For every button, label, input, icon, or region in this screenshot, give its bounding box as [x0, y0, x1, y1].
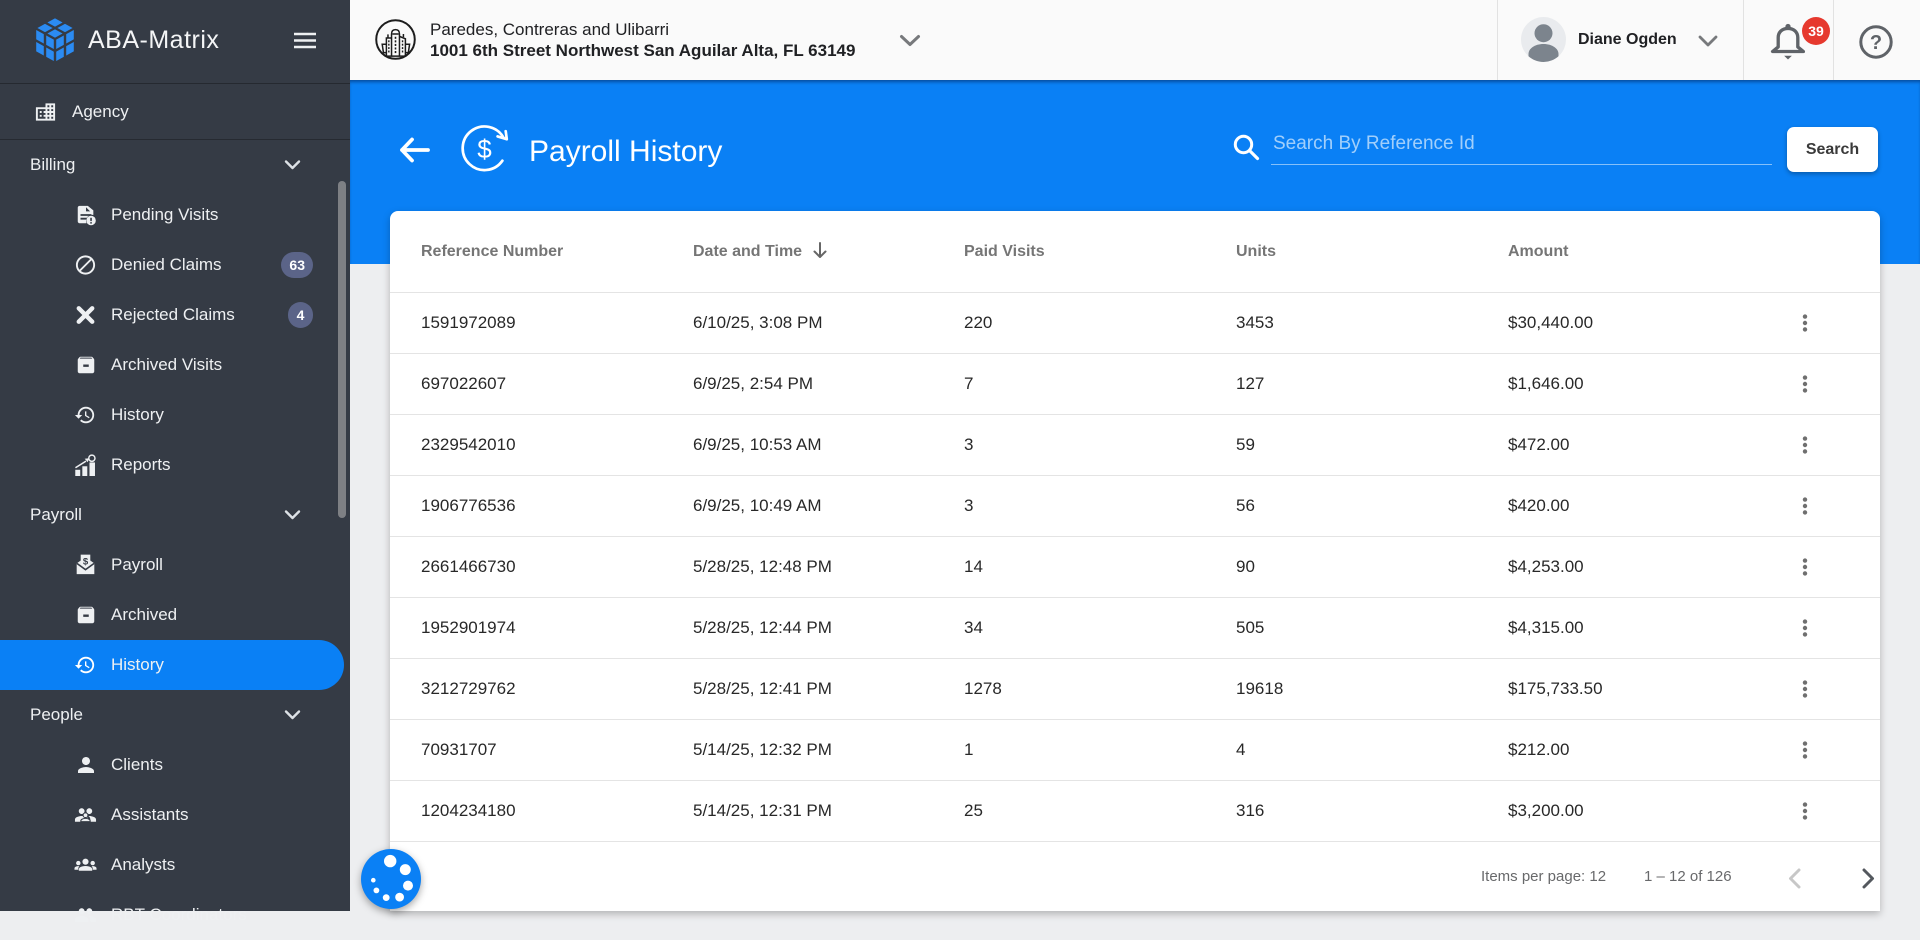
svg-text:$: $ [83, 557, 89, 568]
svg-text:?: ? [1870, 32, 1882, 54]
svg-text:$: $ [477, 134, 492, 164]
